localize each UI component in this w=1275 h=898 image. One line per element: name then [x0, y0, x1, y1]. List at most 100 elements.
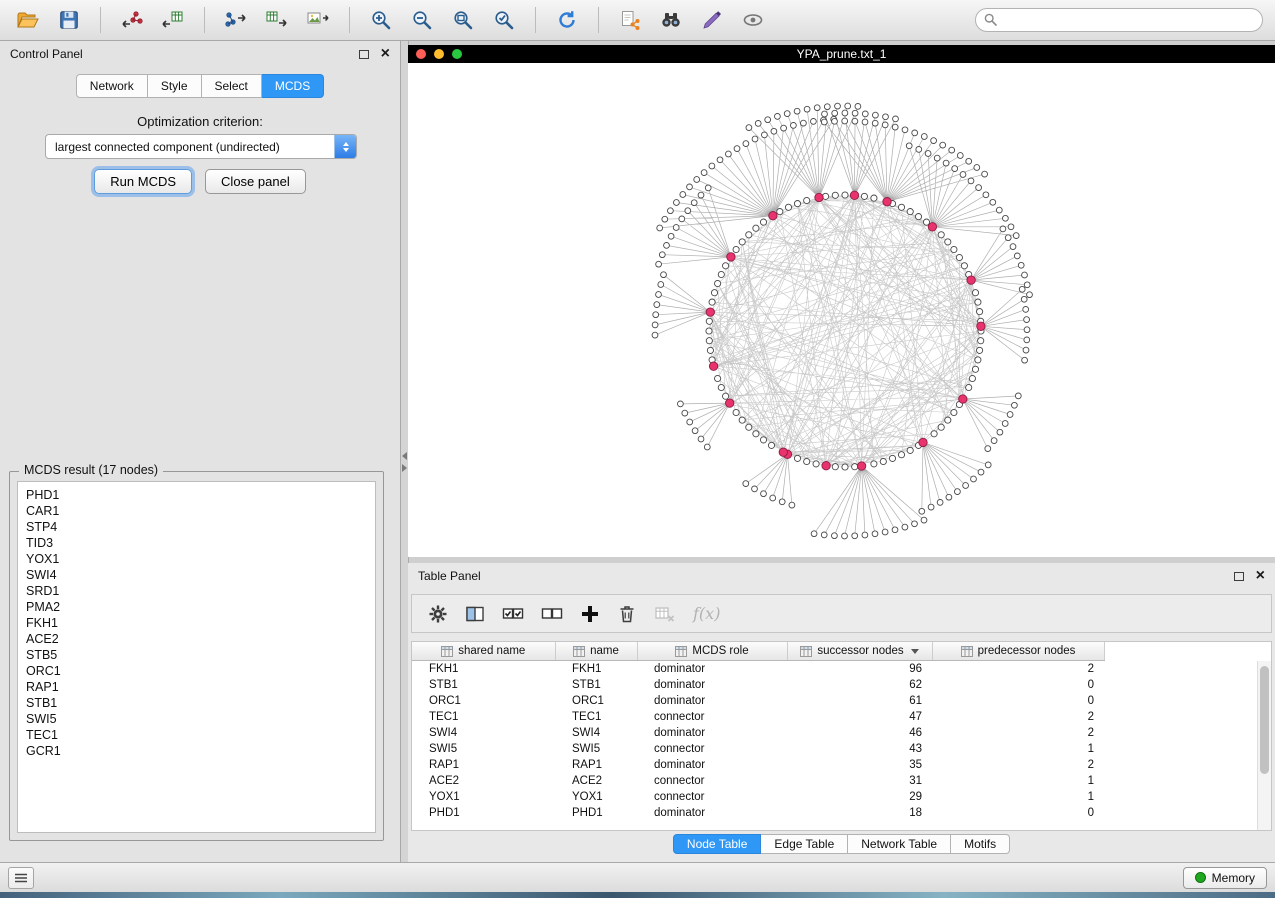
deselect-all-rows-icon[interactable] [541, 604, 563, 624]
table-scrollbar[interactable] [1257, 661, 1271, 830]
mcds-result-item[interactable]: TEC1 [26, 727, 367, 743]
column-header-successor-nodes[interactable]: successor nodes [787, 642, 932, 661]
column-header-name[interactable]: name [555, 642, 637, 661]
table-row[interactable]: SWI5SWI5connector431 [412, 741, 1104, 757]
select-all-rows-icon[interactable] [502, 604, 524, 624]
mcds-result-title: MCDS result (17 nodes) [19, 463, 163, 477]
show-hide-graphics-eye-icon[interactable] [737, 4, 769, 36]
apply-style-icon[interactable] [696, 4, 728, 36]
mcds-result-item[interactable]: STP4 [26, 519, 367, 535]
mcds-result-item[interactable]: GCR1 [26, 743, 367, 759]
close-panel-button[interactable]: Close panel [205, 169, 306, 194]
mcds-result-item[interactable]: PHD1 [26, 487, 367, 503]
toolbar-separator [535, 7, 536, 33]
tab-edge-table[interactable]: Edge Table [761, 834, 848, 854]
mcds-result-item[interactable]: YOX1 [26, 551, 367, 567]
table-panel: Table Panel × f(x) shared name name MCDS… [408, 563, 1275, 862]
close-panel-icon[interactable]: × [381, 46, 390, 62]
status-bar: Memory [0, 862, 1275, 892]
mcds-result-item[interactable]: STB1 [26, 695, 367, 711]
column-header-shared-name[interactable]: shared name [412, 642, 555, 661]
mcds-result-item[interactable]: SRD1 [26, 583, 367, 599]
import-network-icon[interactable] [116, 4, 148, 36]
dropdown-stepper-icon [334, 135, 356, 158]
import-table-icon[interactable] [157, 4, 189, 36]
splitter-handle-icon[interactable] [401, 449, 408, 475]
column-header-mcds-role[interactable]: MCDS role [637, 642, 787, 661]
zoom-out-icon[interactable] [406, 4, 438, 36]
memory-label: Memory [1212, 871, 1255, 885]
zoom-fit-icon[interactable] [447, 4, 479, 36]
mcds-result-item[interactable]: STB5 [26, 647, 367, 663]
column-type-icon [573, 646, 585, 657]
save-session-icon[interactable] [53, 4, 85, 36]
control-panel: Control Panel × Network Style Select MCD… [0, 41, 401, 862]
close-table-panel-icon[interactable]: × [1256, 568, 1265, 584]
mcds-result-item[interactable]: FKH1 [26, 615, 367, 631]
run-mcds-button[interactable]: Run MCDS [94, 169, 192, 194]
new-network-from-selection-icon[interactable] [614, 4, 646, 36]
mcds-result-item[interactable]: CAR1 [26, 503, 367, 519]
float-panel-icon[interactable] [359, 50, 369, 59]
mcds-result-item[interactable]: SWI4 [26, 567, 367, 583]
mcds-result-item[interactable]: SWI5 [26, 711, 367, 727]
toolbar-separator [349, 7, 350, 33]
tab-network[interactable]: Network [76, 74, 148, 98]
memory-status-icon [1195, 872, 1206, 883]
tab-style[interactable]: Style [148, 74, 202, 98]
table-row[interactable]: SWI4SWI4dominator462 [412, 725, 1104, 741]
status-menu-button[interactable] [8, 867, 34, 889]
tab-motifs[interactable]: Motifs [951, 834, 1010, 854]
mcds-result-item[interactable]: TID3 [26, 535, 367, 551]
refresh-view-icon[interactable] [551, 4, 583, 36]
toolbar-separator [100, 7, 101, 33]
window-close-button[interactable] [416, 49, 426, 59]
table-row[interactable]: PHD1PHD1dominator180 [412, 805, 1104, 821]
network-window-title: YPA_prune.txt_1 [408, 47, 1275, 61]
search-input[interactable] [975, 8, 1263, 32]
show-columns-icon[interactable] [465, 604, 485, 624]
table-row[interactable]: TEC1TEC1connector472 [412, 709, 1104, 725]
network-canvas[interactable] [408, 63, 1275, 557]
table-panel-header: Table Panel × [408, 563, 1275, 589]
mcds-result-item[interactable]: ORC1 [26, 663, 367, 679]
window-maximize-button[interactable] [452, 49, 462, 59]
network-window: YPA_prune.txt_1 [408, 45, 1275, 557]
main-toolbar [0, 0, 1275, 41]
table-row[interactable]: YOX1YOX1connector291 [412, 789, 1104, 805]
float-table-panel-icon[interactable] [1234, 572, 1244, 581]
tab-network-table[interactable]: Network Table [848, 834, 951, 854]
zoom-in-icon[interactable] [365, 4, 397, 36]
tab-node-table[interactable]: Node Table [673, 834, 762, 854]
table-panel-title: Table Panel [418, 569, 481, 583]
table-tabbar: Node Table Edge Table Network Table Moti… [408, 834, 1275, 854]
tab-select[interactable]: Select [202, 74, 262, 98]
export-image-icon[interactable] [302, 4, 334, 36]
mcds-result-item[interactable]: PMA2 [26, 599, 367, 615]
table-row[interactable]: FKH1FKH1dominator962 [412, 661, 1104, 678]
window-minimize-button[interactable] [434, 49, 444, 59]
tab-mcds[interactable]: MCDS [262, 74, 324, 98]
table-row[interactable]: STB1STB1dominator620 [412, 677, 1104, 693]
find-binoculars-icon[interactable] [655, 4, 687, 36]
mcds-result-item[interactable]: RAP1 [26, 679, 367, 695]
table-row[interactable]: ACE2ACE2connector311 [412, 773, 1104, 789]
mcds-result-item[interactable]: ACE2 [26, 631, 367, 647]
mcds-result-list[interactable]: PHD1CAR1STP4TID3YOX1SWI4SRD1PMA2FKH1ACE2… [17, 481, 376, 833]
open-session-icon[interactable] [12, 4, 44, 36]
zoom-selected-icon[interactable] [488, 4, 520, 36]
network-window-titlebar: YPA_prune.txt_1 [408, 45, 1275, 63]
table-settings-gear-icon[interactable] [428, 604, 448, 624]
desktop-background [0, 892, 1275, 898]
table-row[interactable]: RAP1RAP1dominator352 [412, 757, 1104, 773]
optimization-criterion-select[interactable]: largest connected component (undirected) [45, 134, 357, 159]
export-network-icon[interactable] [220, 4, 252, 36]
delete-column-trash-icon[interactable] [617, 604, 637, 624]
memory-button[interactable]: Memory [1183, 867, 1267, 889]
table-row[interactable]: ORC1ORC1dominator610 [412, 693, 1104, 709]
add-column-icon[interactable] [580, 604, 600, 624]
export-table-icon[interactable] [261, 4, 293, 36]
column-header-predecessor-nodes[interactable]: predecessor nodes [932, 642, 1104, 661]
table-scrollbar-thumb[interactable] [1260, 666, 1269, 774]
sort-descending-icon [911, 649, 919, 654]
